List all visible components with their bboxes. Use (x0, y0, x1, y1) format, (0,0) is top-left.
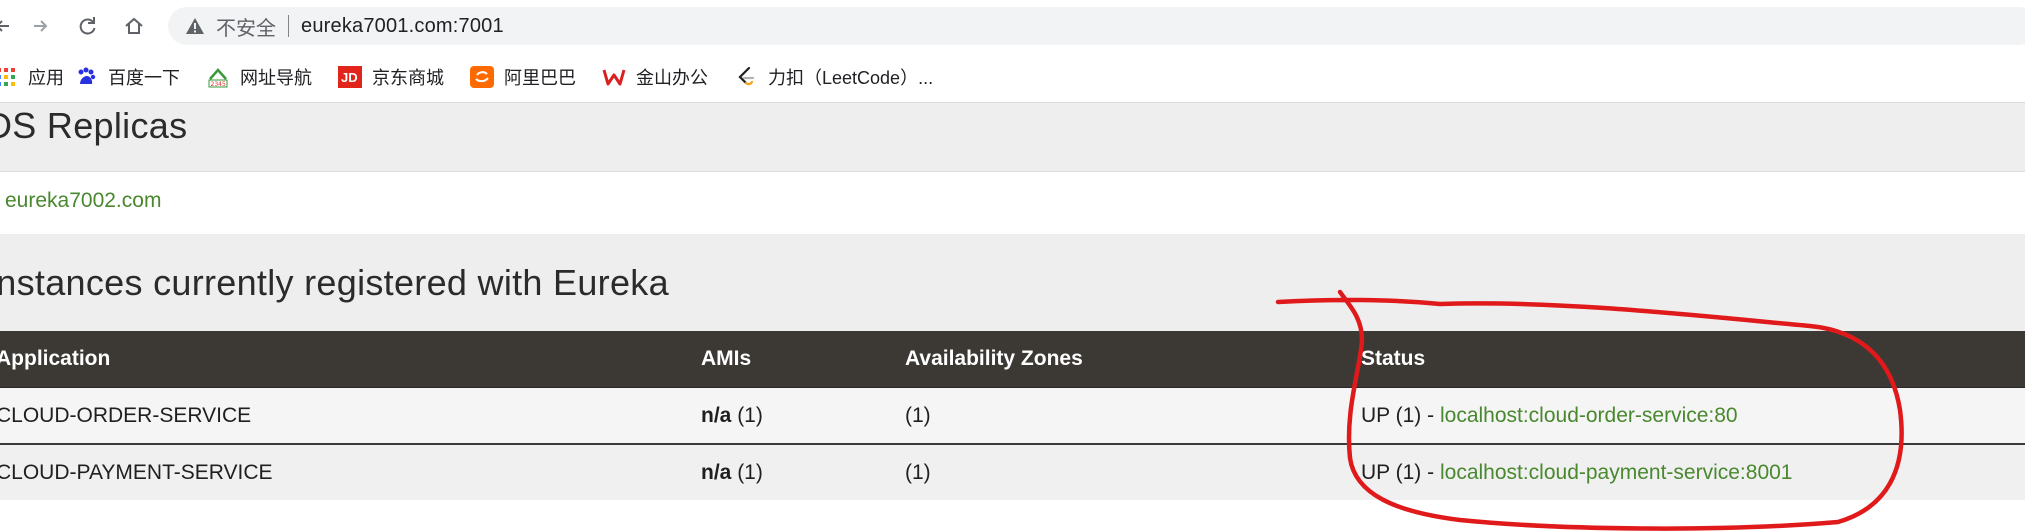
table-row: CLOUD-PAYMENT-SERVICE n/a (1) (1) UP (1)… (0, 444, 2025, 500)
warning-icon[interactable] (184, 15, 206, 37)
bookmark-label: 网址导航 (240, 68, 312, 88)
bookmark-label: 京东商城 (372, 68, 444, 88)
zones-cell: (1) (904, 444, 1359, 500)
application-cell: CLOUD-ORDER-SERVICE (0, 387, 700, 445)
replicas-heading: DS Replicas (0, 105, 188, 146)
jd-icon: JD (338, 65, 362, 89)
replicas-header-band: DS Replicas (0, 103, 2025, 171)
security-label[interactable]: 不安全 (216, 12, 276, 41)
address-bar[interactable]: 不安全 eureka7001.com:7001 (168, 7, 2025, 45)
bookmark-label: 力扣（LeetCode）... (768, 68, 934, 88)
amis-cell: n/a (1) (700, 387, 904, 445)
status-text: UP (1) - (1361, 460, 1440, 484)
amis-cell: n/a (1) (700, 444, 904, 500)
bookmark-jd[interactable]: JD 京东商城 (338, 64, 444, 90)
bookmark-hao123[interactable]: 2345 网址导航 (206, 64, 312, 90)
table-row: CLOUD-ORDER-SERVICE n/a (1) (1) UP (1) -… (0, 387, 2025, 445)
browser-toolbar: 不安全 eureka7001.com:7001 (0, 0, 2025, 52)
instance-link[interactable]: localhost:cloud-payment-service:8001 (1440, 461, 1793, 484)
status-text: UP (1) - (1361, 403, 1440, 427)
instances-heading: Instances currently registered with Eure… (0, 262, 669, 303)
replica-link[interactable]: eureka7002.com (5, 189, 161, 213)
bookmark-label: 应用 (28, 68, 64, 88)
leetcode-icon (734, 65, 758, 89)
apps-icon (0, 65, 18, 89)
omnibox-divider (288, 15, 289, 37)
column-header-zones: Availability Zones (904, 331, 1359, 388)
reload-icon[interactable] (72, 11, 102, 41)
bookmark-label: 金山办公 (636, 68, 708, 88)
svg-text:JD: JD (341, 70, 358, 85)
table-header-row: Application AMIs Availability Zones Stat… (0, 331, 2025, 388)
bookmark-leetcode[interactable]: 力扣（LeetCode）... (734, 64, 933, 90)
bookmark-wps[interactable]: 金山办公 (602, 64, 708, 90)
amis-value: n/a (701, 460, 732, 484)
home-icon[interactable] (119, 11, 149, 41)
wps-icon (602, 65, 626, 89)
amis-count: (1) (737, 403, 763, 427)
bookmark-baidu[interactable]: 百度一下 (74, 64, 180, 90)
status-cell: UP (1) - localhost:cloud-order-service:8… (1359, 387, 2025, 445)
alibaba-icon (470, 65, 494, 89)
replica-list: eureka7002.com (0, 171, 2025, 235)
svg-text:2345: 2345 (211, 81, 226, 88)
amis-count: (1) (737, 460, 763, 484)
column-header-status: Status (1359, 331, 2025, 388)
bookmarks-bar: 应用 百度一下 2345 网址导航 JD 京东商城 阿里巴巴 金山办公 力扣（L… (0, 52, 2025, 103)
baidu-icon (74, 65, 98, 89)
back-icon[interactable] (0, 11, 18, 41)
hao123-icon: 2345 (206, 65, 230, 89)
bookmark-label: 阿里巴巴 (504, 68, 576, 88)
zones-cell: (1) (904, 387, 1359, 445)
instances-header-band: Instances currently registered with Eure… (0, 234, 2025, 331)
status-cell: UP (1) - localhost:cloud-payment-service… (1359, 444, 2025, 500)
amis-value: n/a (701, 403, 732, 427)
bookmark-label: 百度一下 (108, 68, 180, 88)
bookmark-alibaba[interactable]: 阿里巴巴 (470, 64, 576, 90)
instance-link[interactable]: localhost:cloud-order-service:80 (1440, 404, 1738, 427)
column-header-amis: AMIs (700, 331, 904, 388)
url-text[interactable]: eureka7001.com:7001 (301, 15, 504, 38)
instances-table: Application AMIs Availability Zones Stat… (0, 331, 2025, 500)
column-header-application: Application (0, 331, 700, 388)
application-cell: CLOUD-PAYMENT-SERVICE (0, 444, 700, 500)
bookmark-apps[interactable]: 应用 (0, 64, 64, 90)
forward-icon[interactable] (25, 11, 55, 41)
